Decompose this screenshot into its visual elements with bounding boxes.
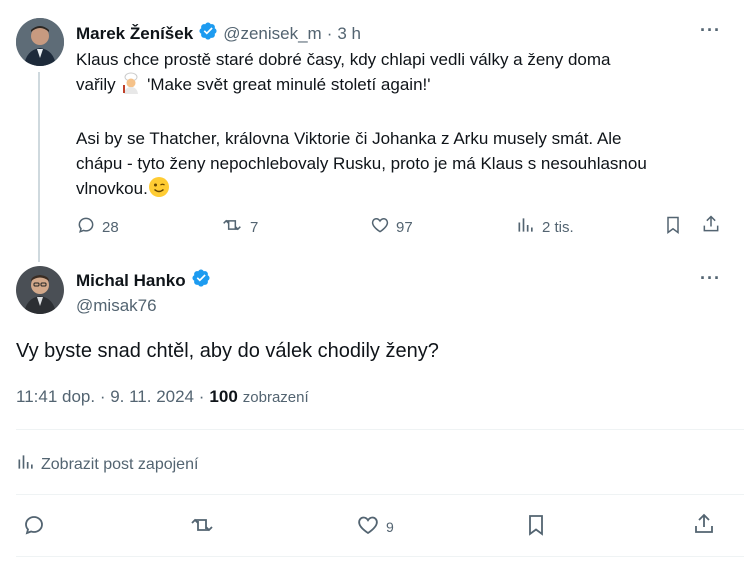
parent-like-count: 97 [396, 218, 413, 236]
parent-reply-count: 28 [102, 218, 119, 236]
main-meta: 11:41 dop. · 9. 11. 2024 · 100 zobrazení [16, 387, 309, 407]
main-timestamp[interactable]: 11:41 dop. · 9. 11. 2024 · [16, 387, 204, 407]
share-icon [692, 513, 716, 540]
parent-views-count: 2 tis. [542, 218, 574, 236]
verified-icon [198, 21, 218, 46]
reply-icon [22, 516, 46, 541]
main-author-name[interactable]: Michal Hanko [76, 271, 186, 291]
main-handle[interactable]: @misak76 [76, 296, 211, 316]
parent-repost-count: 7 [250, 218, 259, 236]
parent-reply-button[interactable]: 28 [76, 215, 119, 239]
views-icon [16, 452, 36, 477]
main-like-button[interactable]: 9 [356, 513, 394, 541]
main-reply-button[interactable] [22, 513, 46, 542]
separator-dot: · [326, 23, 333, 43]
bookmark-icon [524, 515, 548, 541]
parent-bookmark-button[interactable] [663, 215, 683, 240]
like-icon [370, 215, 390, 239]
chef-emoji [120, 72, 142, 101]
parent-text-line1: Klaus chce prostě staré dobré časy, kdy … [76, 50, 611, 69]
parent-more-button[interactable]: ··· [700, 20, 721, 41]
main-repost-button[interactable] [188, 513, 216, 542]
parent-views-button[interactable]: 2 tis. [516, 215, 574, 239]
parent-text-para2-line2: chápu - tyto ženy nepochlebovaly Rusku, … [76, 154, 647, 173]
main-tweet-text: Vy byste snad chtěl, aby do válek chodil… [16, 340, 439, 362]
parent-text-line2-suffix: 'Make svět great minulé století again!' [147, 75, 431, 94]
main-like-count: 9 [386, 519, 394, 535]
main-author-block: Michal Hanko @misak76 [76, 268, 211, 316]
share-icon [701, 215, 721, 238]
like-icon [356, 513, 380, 541]
parent-author-name[interactable]: Marek Ženíšek [76, 24, 193, 44]
parent-tweet-header: Marek Ženíšek @zenisek_m · 3 h [76, 21, 361, 46]
main-views-label: zobrazení [242, 389, 309, 406]
reply-icon [76, 215, 96, 239]
engagements-label: Zobrazit post zapojení [41, 455, 199, 473]
verified-icon [191, 268, 211, 293]
parent-like-button[interactable]: 97 [370, 215, 413, 239]
parent-text-line2-prefix: vařily [76, 75, 116, 94]
repost-icon [220, 215, 244, 239]
main-more-button[interactable]: ··· [700, 268, 721, 289]
main-bookmark-button[interactable] [524, 513, 548, 542]
divider-bottom [16, 556, 744, 557]
main-views-count: 100 [209, 387, 238, 406]
parent-share-button[interactable] [701, 214, 721, 239]
wink-emoji [148, 176, 170, 205]
parent-repost-button[interactable]: 7 [220, 215, 258, 239]
repost-icon [188, 518, 216, 541]
parent-handle[interactable]: @zenisek_m [223, 24, 322, 44]
avatar-marek[interactable] [16, 18, 64, 66]
parent-text-line2: vařily 'Make svět great minulé století a… [76, 72, 736, 101]
thread-line [38, 72, 40, 262]
parent-text-para2-line3: vlnovkou. [76, 176, 736, 205]
divider-top [16, 429, 744, 430]
parent-tweet-text: Klaus chce prostě staré dobré časy, kdy … [76, 47, 736, 205]
parent-text-para2-line3-text: vlnovkou. [76, 179, 148, 198]
parent-text-para2-line1: Asi by se Thatcher, královna Viktorie či… [76, 129, 622, 148]
engagements-link[interactable]: Zobrazit post zapojení [16, 452, 198, 477]
avatar-michal[interactable] [16, 266, 64, 314]
views-icon [516, 215, 536, 239]
bookmark-icon [663, 216, 683, 239]
divider-mid [16, 494, 744, 495]
main-share-button[interactable] [692, 512, 716, 541]
parent-time[interactable]: 3 h [337, 24, 361, 44]
